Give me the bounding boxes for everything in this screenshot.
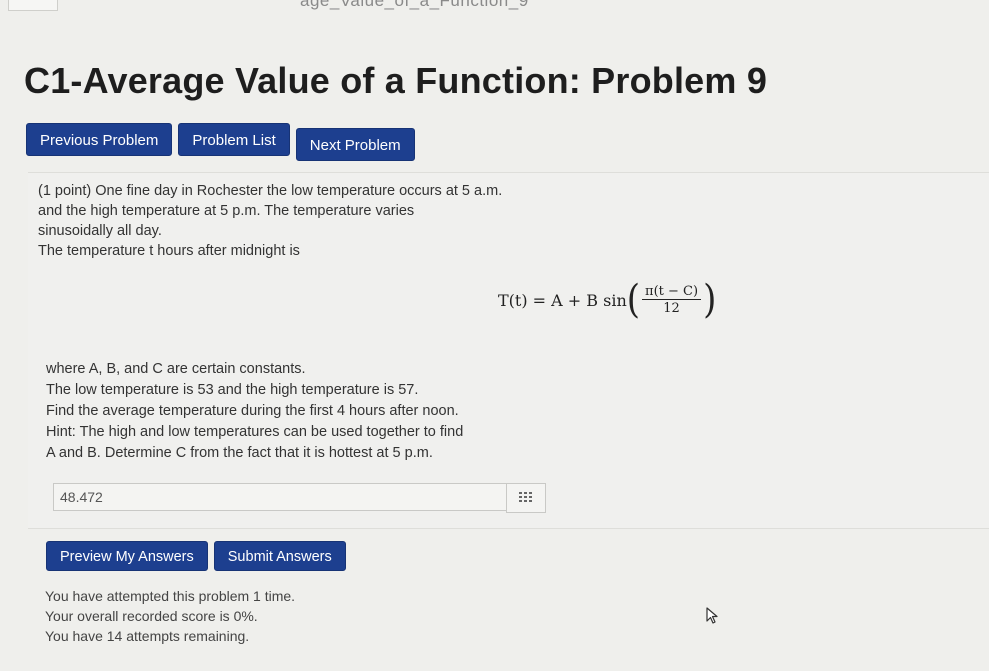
answer-input[interactable] — [53, 483, 507, 511]
keypad-grid-icon — [519, 492, 532, 502]
attempt-status: You have attempted this problem 1 time. … — [45, 586, 295, 646]
detail-line: Hint: The high and low temperatures can … — [46, 424, 464, 440]
next-problem-button[interactable]: Next Problem — [295, 128, 415, 161]
page-header-partial: age_Value_of_a_Function_9 — [300, 0, 529, 10]
intro-line: and the high temperature at 5 p.m. The t… — [38, 203, 415, 219]
page-title: C1-Average Value of a Function: Problem … — [24, 60, 768, 101]
formula-fraction: π(t − C) 12 — [642, 284, 702, 316]
status-attempts: You have attempted this problem 1 time. — [45, 588, 296, 604]
status-score: Your overall recorded score is 0%. — [45, 608, 258, 624]
detail-line: A and B. Determine C from the fact that … — [46, 445, 433, 461]
answer-actions: Preview My Answers Submit Answers — [46, 541, 346, 571]
problem-navigation: Previous Problem Problem List Next Probl… — [26, 123, 415, 161]
detail-line: where A, B, and C are certain constants. — [46, 361, 306, 377]
browser-tab-edge[interactable] — [8, 0, 58, 11]
detail-line: Find the average temperature during the … — [46, 403, 459, 419]
intro-line: sinusoidally all day. — [38, 223, 162, 239]
formula-denominator: 12 — [663, 301, 680, 316]
previous-problem-button[interactable]: Previous Problem — [26, 123, 173, 156]
submit-answers-button[interactable]: Submit Answers — [213, 541, 346, 571]
formula-lhs: T(t) = A + B sin — [498, 290, 627, 310]
equation-editor-button[interactable] — [506, 483, 546, 513]
mouse-pointer-icon — [706, 607, 720, 630]
formula-numerator: π(t − C) — [642, 284, 702, 300]
intro-line: (1 point) One fine day in Rochester the … — [38, 183, 503, 199]
formula-paren-right: ) — [703, 277, 717, 323]
preview-answers-button[interactable]: Preview My Answers — [46, 541, 208, 571]
problem-body: (1 point) One fine day in Rochester the … — [28, 172, 989, 529]
problem-intro: (1 point) One fine day in Rochester the … — [38, 181, 548, 261]
formula-paren-left: ( — [626, 277, 641, 323]
detail-line: The low temperature is 53 and the high t… — [46, 382, 419, 398]
problem-list-button[interactable]: Problem List — [178, 123, 290, 156]
intro-line: The temperature t hours after midnight i… — [38, 243, 300, 259]
problem-details: where A, B, and C are certain constants.… — [46, 359, 516, 464]
status-remaining: You have 14 attempts remaining. — [45, 628, 250, 644]
temperature-formula: T(t) = A + B sin ( π(t − C) 12 ) — [498, 277, 717, 323]
